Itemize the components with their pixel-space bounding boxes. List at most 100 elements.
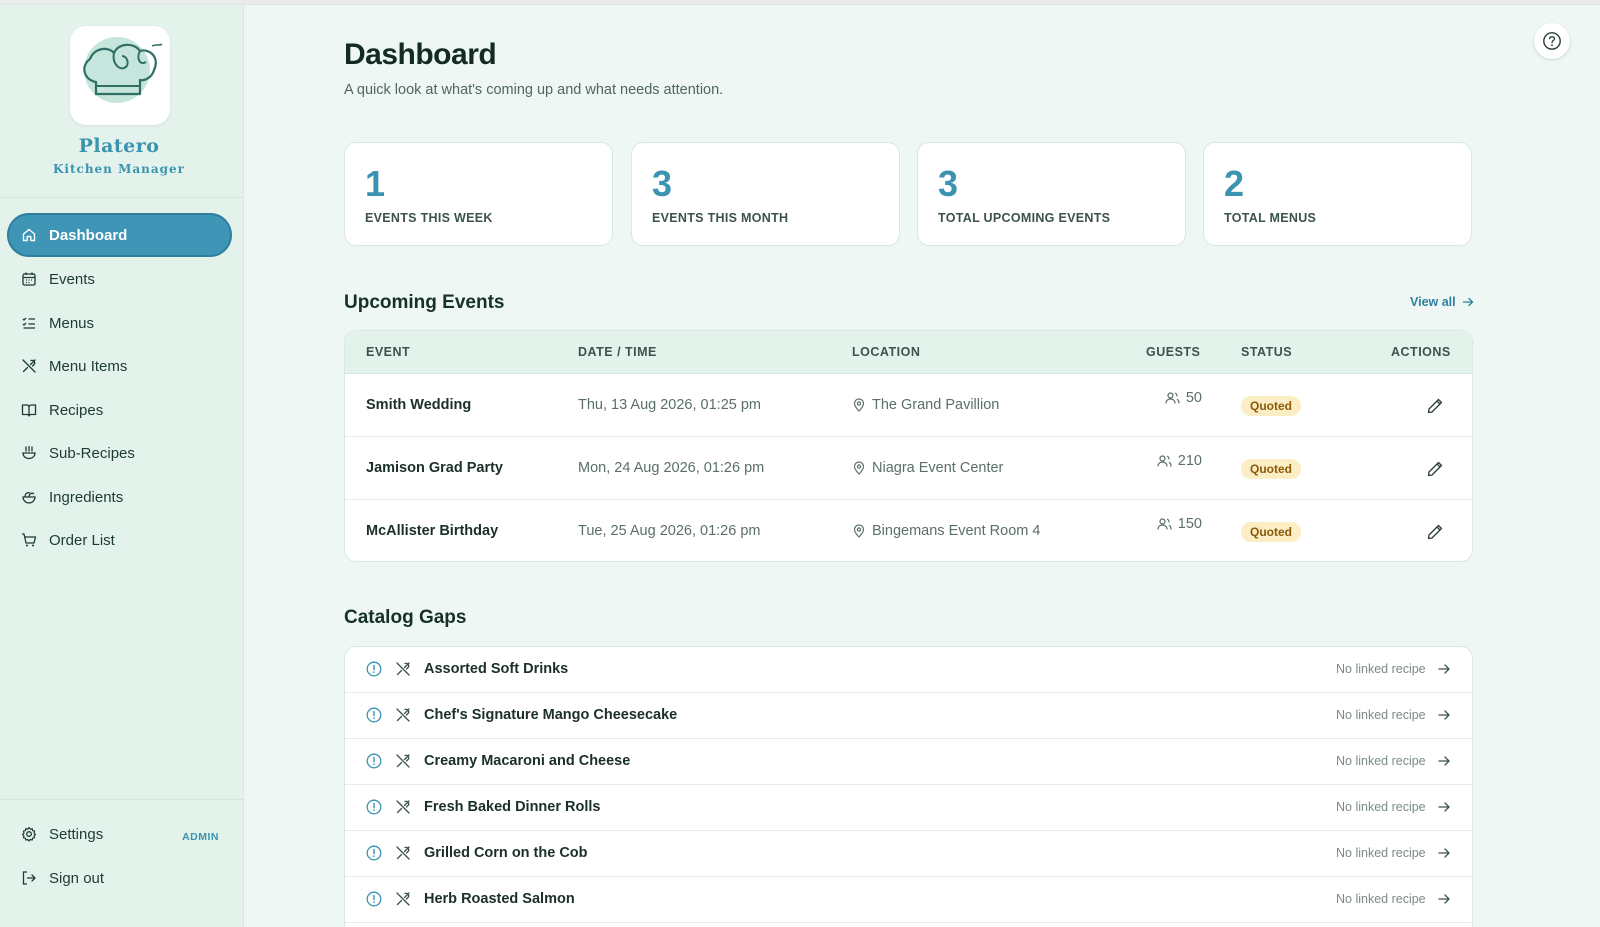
event-name: Smith Wedding [366,397,472,413]
event-location: Niagra Event Center [852,460,1003,476]
stat-label: TOTAL UPCOMING EVENTS [938,211,1111,225]
stat-card-total-upcoming-events: 3 TOTAL UPCOMING EVENTS [917,142,1186,246]
list-item[interactable]: Grilled Corn on the Cob No linked recipe [345,831,1472,877]
sidebar-item-menu-items[interactable]: Menu Items [7,344,232,388]
utensils-icon [396,708,410,722]
arrow-right-icon [1438,894,1450,904]
catalog-item-status: No linked recipe [1336,846,1426,860]
list-item[interactable]: Chef's Signature Mango Cheesecake No lin… [345,693,1472,739]
users-icon [1165,392,1180,404]
arrow-right-icon [1438,710,1450,720]
catalog-item-name: Grilled Corn on the Cob [424,845,588,861]
help-icon [1543,32,1561,50]
guests-count: 150 [1177,516,1202,532]
sidebar-item-label: Sub-Recipes [49,444,135,462]
stat-label: TOTAL MENUS [1224,211,1317,225]
list-item[interactable]: Creamy Macaroni and Cheese No linked rec… [345,739,1472,785]
arrow-right-icon [1438,802,1450,812]
sidebar-item-label: Events [49,270,95,288]
sidebar-item-label: Order List [49,531,115,549]
guests-count: 50 [1185,390,1202,406]
utensils-icon [396,800,410,814]
book-icon [21,404,37,417]
map-pin-icon [853,461,865,475]
map-pin-icon [853,398,865,412]
sidebar-item-events[interactable]: Events [7,257,232,301]
column-header-location: LOCATION [852,345,921,359]
sidebar-item-label: Recipes [49,401,104,419]
upcoming-events-table: EVENT DATE / TIME LOCATION GUESTS STATUS… [344,330,1473,562]
event-name: McAllister Birthday [366,523,499,539]
stat-card-total-menus: 2 TOTAL MENUS [1203,142,1472,246]
bowl-icon [22,445,36,460]
list-item[interactable]: Fresh Baked Dinner Rolls No linked recip… [345,785,1472,831]
sidebar-item-sub-recipes[interactable]: Sub-Recipes [7,431,232,475]
salad-icon [22,491,36,504]
alert-circle-icon [366,799,382,815]
brand: Platero Kitchen Manager [0,5,244,198]
catalog-item-name: Creamy Macaroni and Cheese [424,753,631,769]
sign-out-icon [22,871,36,885]
home-icon [22,228,36,242]
app-logo[interactable] [70,26,170,125]
sidebar-item-ingredients[interactable]: Ingredients [7,475,232,519]
stat-value: 1 [365,163,386,204]
settings-label: Settings [49,825,104,843]
event-guests: 150 [1150,516,1202,532]
utensils-icon [396,892,410,906]
app-subtitle: Kitchen Manager [52,162,185,176]
arrow-right-icon [1438,756,1450,766]
catalog-item-status: No linked recipe [1336,892,1426,906]
sign-out-label: Sign out [49,869,105,887]
event-date: Thu, 13 Aug 2026, 01:25 pm [578,397,761,413]
stat-value: 3 [938,163,959,204]
cart-icon [22,533,37,547]
catalog-gaps-list: Assorted Soft Drinks No linked recipe Ch… [344,646,1473,927]
event-guests: 210 [1150,453,1202,469]
event-date: Mon, 24 Aug 2026, 01:26 pm [578,460,765,476]
catalog-item-name: Assorted Soft Drinks [424,661,569,677]
view-all-link[interactable]: View all [1410,295,1474,309]
edit-button[interactable] [1425,522,1445,542]
table-row[interactable]: Smith Wedding Thu, 13 Aug 2026, 01:25 pm… [345,374,1472,437]
sidebar-item-label: Dashboard [49,226,128,244]
column-header-guests: GUESTS [1146,345,1201,359]
guests-count: 210 [1177,453,1202,469]
map-pin-icon [853,524,865,538]
catalog-item-status: No linked recipe [1336,708,1426,722]
sidebar: Platero Kitchen Manager Dashboard Events… [0,5,244,927]
location-text: The Grand Pavillion [872,397,1000,413]
catalog-gaps-title: Catalog Gaps [344,607,467,628]
sidebar-item-recipes[interactable]: Recipes [7,388,232,432]
list-item[interactable]: Assorted Soft Drinks No linked recipe [345,647,1472,693]
calendar-icon [22,272,36,286]
location-text: Niagra Event Center [872,460,1004,476]
table-row[interactable]: Jamison Grad Party Mon, 24 Aug 2026, 01:… [345,437,1472,500]
list-item[interactable]: Herb Roasted Salmon No linked recipe [345,877,1472,923]
arrow-right-icon [1462,297,1473,307]
status-badge: Quoted [1241,459,1301,479]
column-header-status: STATUS [1241,345,1293,359]
stat-card-events-this-month: 3 EVENTS THIS MONTH [631,142,900,246]
event-guests: 50 [1150,390,1202,406]
page-subtitle: A quick look at what's coming up and wha… [344,82,724,98]
catalog-item-status: No linked recipe [1336,662,1426,676]
event-location: The Grand Pavillion [852,397,999,413]
sign-out-button[interactable]: Sign out [7,856,232,900]
column-header-event: EVENT [366,345,411,359]
table-row[interactable]: McAllister Birthday Tue, 25 Aug 2026, 01… [345,500,1472,561]
edit-button[interactable] [1425,459,1445,479]
sidebar-item-menus[interactable]: Menus [7,301,232,345]
utensils-icon [396,754,410,768]
table-header: EVENT DATE / TIME LOCATION GUESTS STATUS… [345,331,1472,374]
page-title: Dashboard [344,38,497,71]
help-button[interactable] [1534,23,1570,59]
edit-button[interactable] [1425,396,1445,416]
stat-value: 3 [652,163,673,204]
sidebar-item-order-list[interactable]: Order List [7,518,232,562]
sidebar-item-dashboard[interactable]: Dashboard [7,213,232,257]
column-header-actions: ACTIONS [1391,345,1451,359]
sidebar-item-label: Menu Items [49,357,128,375]
pencil-icon [1427,524,1443,540]
catalog-item-name: Chef's Signature Mango Cheesecake [424,707,678,723]
